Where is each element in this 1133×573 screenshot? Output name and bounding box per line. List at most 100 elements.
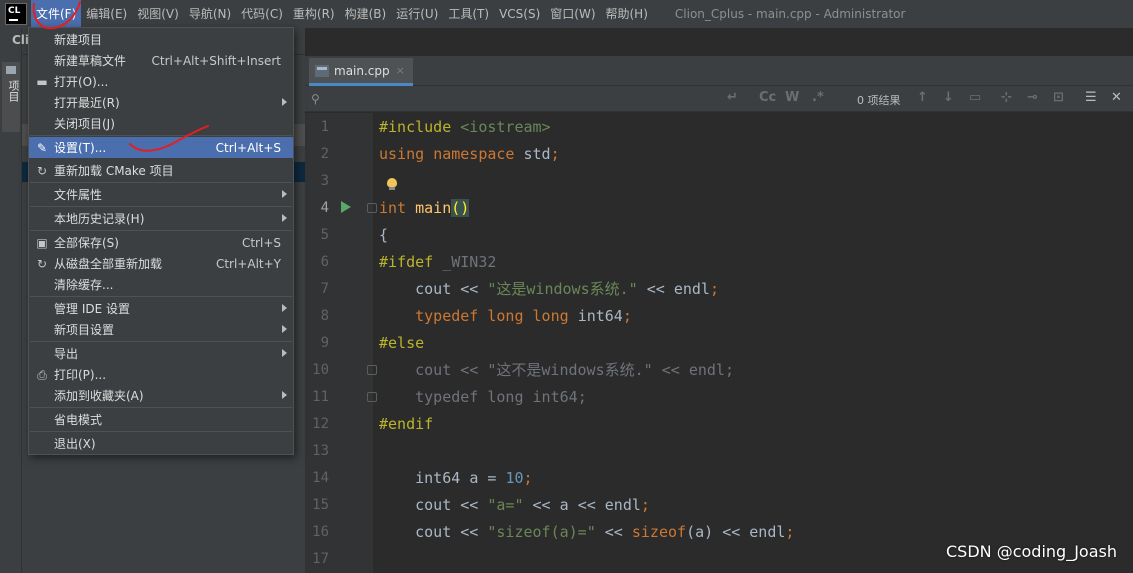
reload-icon: ↻ [36, 163, 48, 178]
line-number: 16 [312, 524, 329, 540]
code-line-14: int64 a = 10; [415, 469, 533, 487]
code-line-4: int main() [379, 199, 470, 217]
menu-item-new-project[interactable]: 新建项目 [29, 29, 293, 50]
menu-item-settings[interactable]: ✎ 设置(T)... Ctrl+Alt+S [29, 137, 293, 158]
line-number: 3 [320, 173, 329, 189]
menu-item-local-history[interactable]: 本地历史记录(H) [29, 208, 293, 229]
filter-icon[interactable]: ☰ [1085, 90, 1097, 105]
regex-icon[interactable]: .* [812, 90, 824, 105]
menu-item-power-save-mode[interactable]: 省电模式 [29, 409, 293, 430]
folder-open-icon: ▬ [36, 74, 48, 89]
fold-marker-icon[interactable] [367, 392, 377, 402]
folder-icon [6, 66, 16, 74]
menu-separator [30, 407, 292, 408]
add-selection-icon[interactable]: ⊹ [1001, 90, 1012, 105]
reload-icon: ↻ [36, 256, 48, 271]
lightbulb-icon[interactable] [387, 178, 397, 190]
code-line-12: #endif [379, 415, 434, 433]
search-icon[interactable]: ⚲ [311, 92, 320, 106]
menu-separator [30, 135, 292, 136]
menu-item-print[interactable]: ⎙ 打印(P)... [29, 364, 293, 385]
line-number: 15 [312, 497, 329, 513]
menu-separator [30, 206, 292, 207]
line-number: 17 [312, 551, 329, 567]
new-line-icon[interactable]: ↵ [727, 90, 738, 105]
close-icon[interactable]: × [396, 64, 405, 77]
menu-refactor[interactable]: 重构(R) [288, 0, 340, 28]
menu-view[interactable]: 视图(V) [132, 0, 184, 28]
menu-item-save-all[interactable]: ▣ 全部保存(S) Ctrl+S [29, 232, 293, 253]
chevron-right-icon [282, 98, 287, 106]
menu-tools[interactable]: 工具(T) [443, 0, 494, 28]
line-number: 1 [320, 119, 329, 135]
project-panel-title: Cli [12, 33, 30, 47]
code-line-10: cout << "这不是windows系统." << endl; [415, 361, 734, 379]
previous-occurrence-icon[interactable]: ↑ [917, 90, 928, 105]
menu-item-new-project-settings[interactable]: 新项目设置 [29, 319, 293, 340]
menu-bar: CL 文件(F) 编辑(E) 视图(V) 导航(N) 代码(C) 重构(R) 构… [0, 0, 1133, 28]
line-number: 11 [312, 389, 329, 405]
code-line-15: cout << "a=" << a << endl; [415, 496, 650, 514]
remove-selection-icon[interactable]: ⊸ [1027, 90, 1038, 105]
menu-item-exit[interactable]: 退出(X) [29, 433, 293, 454]
menu-navigate[interactable]: 导航(N) [184, 0, 236, 28]
menu-help[interactable]: 帮助(H) [601, 0, 653, 28]
project-tab-label: 项目 [7, 80, 20, 102]
chevron-right-icon [282, 325, 287, 333]
cpp-file-icon [315, 64, 329, 77]
menu-edit[interactable]: 编辑(E) [81, 0, 132, 28]
chevron-right-icon [282, 304, 287, 312]
chevron-right-icon [282, 349, 287, 357]
code-line-11: typedef long int64; [415, 388, 587, 406]
close-search-icon[interactable]: ✕ [1111, 90, 1122, 105]
menu-item-invalidate-caches[interactable]: 清除缓存... [29, 274, 293, 295]
menu-run[interactable]: 运行(U) [391, 0, 443, 28]
whole-words-icon[interactable]: W [785, 90, 799, 105]
line-number: 4 [320, 200, 329, 216]
run-gutter-icon[interactable] [341, 201, 351, 213]
menu-item-open[interactable]: ▬ 打开(O)... [29, 71, 293, 92]
next-occurrence-icon[interactable]: ↓ [943, 90, 954, 105]
select-all-icon[interactable]: ⊡ [1053, 90, 1064, 105]
search-result-count: 0 项结果 [857, 94, 901, 107]
menu-item-add-to-favorites[interactable]: 添加到收藏夹(A) [29, 385, 293, 406]
menu-file[interactable]: 文件(F) [31, 0, 82, 28]
menu-item-new-scratch[interactable]: 新建草稿文件 Ctrl+Alt+Shift+Insert [29, 50, 293, 71]
fold-marker-icon[interactable] [367, 365, 377, 375]
menu-item-reload-cmake[interactable]: ↻ 重新加载 CMake 项目 [29, 160, 293, 181]
menu-item-manage-ide-settings[interactable]: 管理 IDE 设置 [29, 298, 293, 319]
chevron-right-icon [282, 190, 287, 198]
menu-item-open-recent[interactable]: 打开最近(R) [29, 92, 293, 113]
menu-build[interactable]: 构建(B) [340, 0, 392, 28]
menu-item-reload-from-disk[interactable]: ↻ 从磁盘全部重新加载 Ctrl+Alt+Y [29, 253, 293, 274]
fold-marker-icon[interactable] [367, 203, 377, 213]
menu-code[interactable]: 代码(C) [236, 0, 288, 28]
editor-tab-bar: main.cpp × [305, 56, 1133, 86]
menu-separator [30, 230, 292, 231]
project-tool-tab[interactable]: 项目 [2, 62, 20, 132]
tab-label: main.cpp [334, 63, 390, 78]
left-tool-strip: 项目 [0, 28, 22, 573]
line-number: 8 [320, 308, 329, 324]
line-number: 7 [320, 281, 329, 297]
code-line-5: { [379, 226, 389, 244]
line-number: 14 [312, 470, 329, 486]
save-icon: ▣ [36, 235, 48, 250]
tab-main-cpp[interactable]: main.cpp × [309, 58, 413, 86]
code-line-9: #else [379, 334, 425, 352]
chevron-right-icon [282, 391, 287, 399]
search-input[interactable] [331, 89, 691, 109]
chevron-right-icon [282, 214, 287, 222]
search-bar: ⚲ ↵ Cc W .* 0 项结果 ↑ ↓ ▭ ⊹ ⊸ ⊡ ☰ ✕ [305, 86, 1133, 112]
line-number: 13 [312, 443, 329, 459]
open-in-window-icon[interactable]: ▭ [969, 90, 981, 105]
window-title: Clion_Cplus - main.cpp - Administrator [674, 7, 906, 21]
clion-logo-icon: CL [5, 3, 27, 25]
menu-window[interactable]: 窗口(W) [545, 0, 600, 28]
line-number: 9 [320, 335, 329, 351]
menu-item-close-project[interactable]: 关闭项目(J) [29, 113, 293, 134]
menu-item-export[interactable]: 导出 [29, 343, 293, 364]
match-case-icon[interactable]: Cc [759, 90, 776, 105]
menu-vcs[interactable]: VCS(S) [494, 0, 545, 28]
menu-item-file-properties[interactable]: 文件属性 [29, 184, 293, 205]
